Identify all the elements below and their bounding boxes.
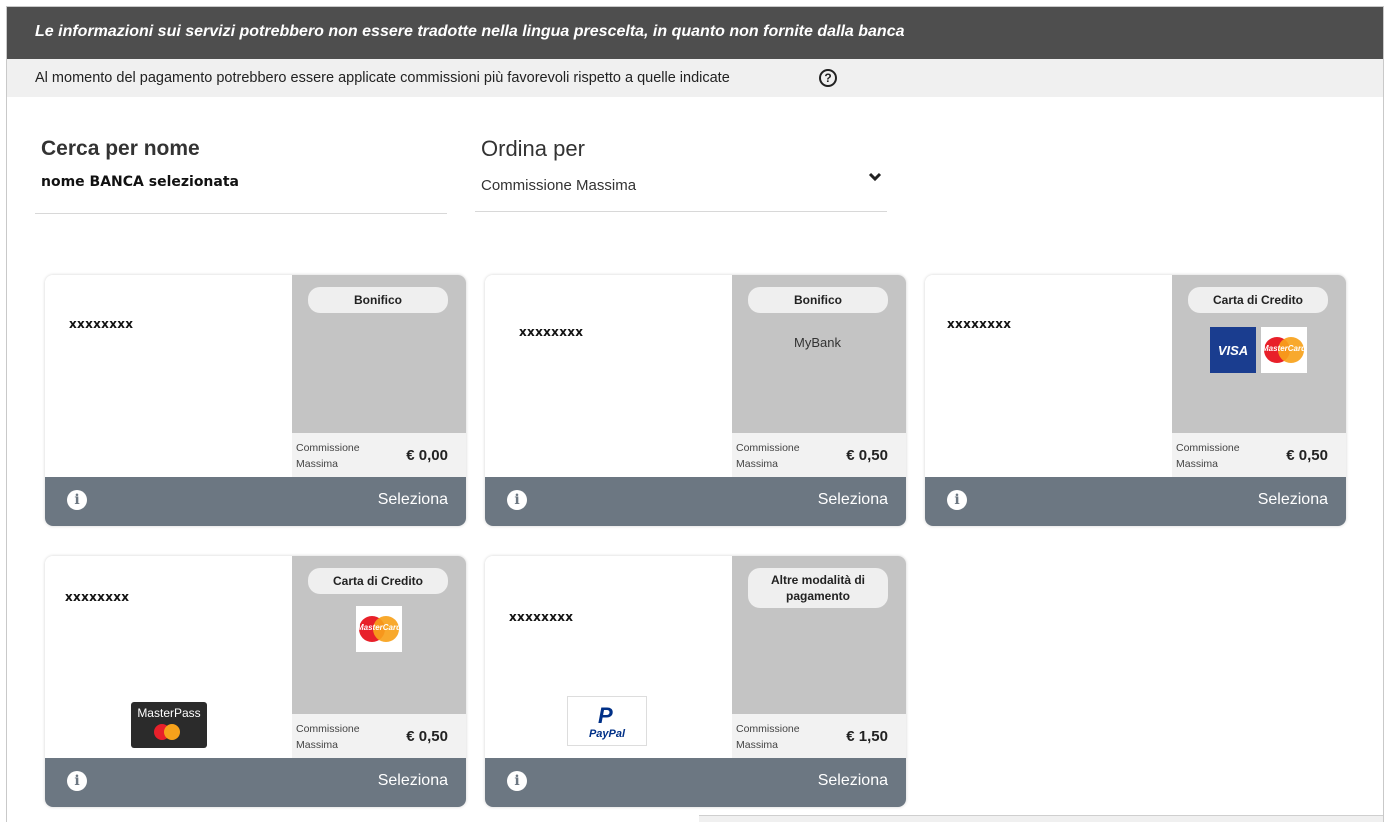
info-icon[interactable]: i — [507, 490, 527, 510]
card-type-panel: Bonifico MyBank — [732, 275, 906, 433]
info-icon[interactable]: i — [67, 771, 87, 791]
payment-type-badge: Altre modalità di pagamento — [748, 568, 888, 608]
fee-label: Commissione Massima — [736, 442, 800, 470]
fee-box: Commissione Massima € 0,00 — [292, 433, 466, 477]
card-bank-area: xxxxxxxx — [485, 275, 732, 477]
payment-type-badge: Bonifico — [308, 287, 448, 313]
question-circle-icon[interactable]: ? — [819, 69, 837, 87]
card-footer: i Seleziona — [925, 477, 1346, 526]
info-icon[interactable]: i — [67, 490, 87, 510]
mastercard-logo: MasterCard — [356, 606, 402, 652]
fee-label: Commissione Massima — [1176, 442, 1240, 470]
bank-name: xxxxxxxx — [509, 610, 574, 624]
card-type-panel: Carta di Credito VISA MasterCard — [1172, 275, 1346, 433]
card-footer: i Seleziona — [45, 477, 466, 526]
payment-card: xxxxxxxx Bonifico MyBank Commissione Mas… — [485, 275, 906, 526]
warning-text: Le informazioni sui servizi potrebbero n… — [35, 23, 905, 40]
select-button[interactable]: Seleziona — [818, 772, 888, 790]
fee-label: Commissione Massima — [296, 442, 360, 470]
fee-value: € 0,50 — [846, 447, 888, 464]
card-type-panel: Bonifico — [292, 275, 466, 433]
card-bank-area: xxxxxxxx P PayPal — [485, 556, 732, 758]
payment-card: xxxxxxxx Carta di Credito VISA MasterCar… — [925, 275, 1346, 526]
bank-name: xxxxxxxx — [65, 590, 130, 604]
payment-type-badge: Carta di Credito — [1188, 287, 1328, 313]
fee-box: Commissione Massima € 0,50 — [292, 714, 466, 758]
payment-type-badge: Carta di Credito — [308, 568, 448, 594]
card-bank-area: xxxxxxxx — [925, 275, 1172, 477]
card-footer: i Seleziona — [485, 477, 906, 526]
warning-banner: Le informazioni sui servizi potrebbero n… — [7, 7, 1383, 59]
bank-name: xxxxxxxx — [519, 325, 584, 339]
payment-type-badge: Bonifico — [748, 287, 888, 313]
sort-select[interactable]: Commissione Massima — [481, 177, 636, 194]
select-button[interactable]: Seleziona — [1258, 491, 1328, 509]
card-type-panel: Altre modalità di pagamento — [732, 556, 906, 714]
card-bank-area: xxxxxxxx MasterPass — [45, 556, 292, 758]
info-icon[interactable]: i — [947, 490, 967, 510]
note-text: Al momento del pagamento potrebbero esse… — [35, 70, 730, 86]
search-input[interactable]: nome BANCA selezionata — [41, 174, 239, 190]
fee-value: € 1,50 — [846, 728, 888, 745]
fee-value: € 0,50 — [406, 728, 448, 745]
mybank-logo: MyBank — [794, 335, 841, 350]
search-title: Cerca per nome — [41, 137, 200, 160]
bank-name: xxxxxxxx — [69, 317, 134, 331]
visa-logo: VISA — [1210, 327, 1256, 373]
fee-label: Commissione Massima — [736, 723, 800, 751]
fee-box: Commissione Massima € 0,50 — [1172, 433, 1346, 477]
fee-value: € 0,00 — [406, 447, 448, 464]
sort-underline — [475, 211, 887, 212]
fee-label: Commissione Massima — [296, 723, 360, 751]
payment-card: xxxxxxxx MasterPass Carta di Credito Mas… — [45, 556, 466, 807]
fee-box: Commissione Massima € 1,50 — [732, 714, 906, 758]
payment-card: xxxxxxxx P PayPal Altre modalità di pagam… — [485, 556, 906, 807]
search-underline — [35, 213, 447, 214]
bank-name: xxxxxxxx — [947, 317, 1012, 331]
mastercard-logo: MasterCard — [1261, 327, 1307, 373]
paypal-logo: P PayPal — [567, 696, 647, 746]
chevron-down-icon[interactable] — [867, 169, 883, 185]
card-footer: i Seleziona — [45, 758, 466, 807]
page-frame: Le informazioni sui servizi potrebbero n… — [6, 6, 1384, 822]
note-banner: Al momento del pagamento potrebbero esse… — [7, 59, 1383, 97]
payment-card: xxxxxxxx Bonifico Commissione Massima € … — [45, 275, 466, 526]
select-button[interactable]: Seleziona — [818, 491, 888, 509]
select-button[interactable]: Seleziona — [378, 491, 448, 509]
fee-value: € 0,50 — [1286, 447, 1328, 464]
select-button[interactable]: Seleziona — [378, 772, 448, 790]
card-footer: i Seleziona — [485, 758, 906, 807]
info-icon[interactable]: i — [507, 771, 527, 791]
sort-title: Ordina per — [481, 136, 585, 161]
fee-box: Commissione Massima € 0,50 — [732, 433, 906, 477]
card-bank-area: xxxxxxxx — [45, 275, 292, 477]
masterpass-logo: MasterPass — [131, 702, 207, 748]
card-type-panel: Carta di Credito MasterCard — [292, 556, 466, 714]
